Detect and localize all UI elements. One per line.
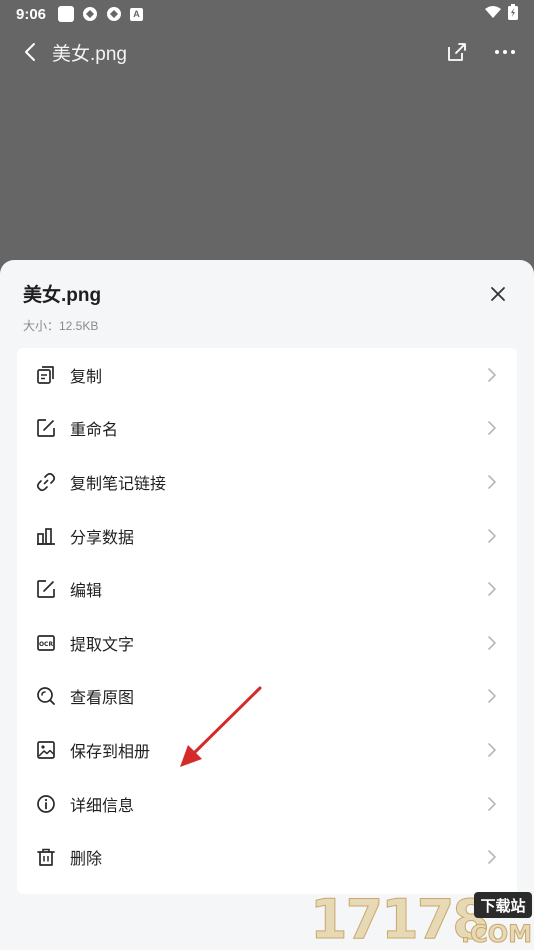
menu-item-share-data[interactable]: 分享数据 bbox=[17, 509, 517, 563]
status-time: 9:06 bbox=[16, 5, 47, 23]
image-icon bbox=[36, 740, 56, 760]
wifi-icon bbox=[484, 5, 502, 24]
app-bar: 美女.png bbox=[0, 28, 534, 76]
menu-item-rename[interactable]: 重命名 bbox=[17, 402, 517, 456]
menu-item-label: 编辑 bbox=[70, 583, 103, 601]
page-title: 美女.png bbox=[52, 43, 127, 65]
menu-item-view-original[interactable]: 查看原图 bbox=[17, 670, 517, 724]
chevron-right-icon bbox=[485, 796, 499, 811]
menu-item-label: 复制笔记链接 bbox=[70, 475, 167, 493]
app-bar-actions bbox=[444, 39, 518, 65]
menu-item-label: 保存到相册 bbox=[70, 743, 151, 761]
edit-icon bbox=[36, 579, 56, 599]
bottom-sheet: 美女.png 大小：12.5KB 复制 重命名 复制笔记链接 分享数据 编辑 O… bbox=[0, 260, 534, 950]
notification-square-icon bbox=[58, 6, 75, 22]
chevron-right-icon bbox=[485, 475, 499, 489]
ocr-icon: OCR bbox=[36, 633, 56, 653]
view-image-icon bbox=[36, 686, 56, 706]
menu-item-extract-text[interactable]: OCR 提取文字 bbox=[17, 616, 517, 670]
menu-item-label: 删除 bbox=[70, 851, 103, 869]
chevron-right-icon bbox=[485, 635, 499, 650]
a-badge-icon: A bbox=[130, 7, 144, 21]
watermark-domain: .COM bbox=[460, 920, 532, 949]
status-icons-right bbox=[484, 3, 518, 25]
status-bar: 9:06 A bbox=[0, 0, 534, 28]
battery-icon bbox=[508, 3, 518, 25]
menu-item-delete[interactable]: 删除 bbox=[17, 830, 517, 884]
menu-item-copy[interactable]: 复制 bbox=[17, 348, 517, 402]
svg-text:OCR: OCR bbox=[39, 641, 54, 648]
chevron-right-icon bbox=[485, 743, 499, 757]
chevron-right-icon bbox=[485, 528, 499, 543]
copy-icon bbox=[36, 365, 56, 385]
sheet-title: 美女.png bbox=[23, 285, 102, 306]
chevron-right-icon bbox=[485, 582, 499, 596]
menu-item-label: 详细信息 bbox=[70, 797, 135, 815]
status-icons-left: A bbox=[58, 6, 144, 22]
watermark-logo: 17178 下载站 .COM bbox=[310, 889, 534, 950]
file-size: 大小：12.5KB bbox=[23, 319, 99, 333]
menu-item-label: 分享数据 bbox=[70, 529, 135, 547]
menu-item-copy-note-link[interactable]: 复制笔记链接 bbox=[17, 455, 517, 509]
menu-item-label: 复制 bbox=[70, 368, 103, 386]
sheet-header: 美女.png 大小：12.5KB bbox=[0, 260, 534, 348]
watermark-badge: 下载站 bbox=[474, 892, 532, 918]
menu-item-label: 查看原图 bbox=[70, 690, 135, 708]
bar-chart-icon bbox=[36, 526, 56, 546]
share-icon[interactable] bbox=[444, 39, 470, 65]
action-menu: 复制 重命名 复制笔记链接 分享数据 编辑 OCR 提取文字 查看原图 保存到相… bbox=[17, 348, 517, 894]
info-icon bbox=[36, 794, 56, 814]
link-icon bbox=[36, 472, 56, 492]
sync-ring-icon bbox=[106, 6, 122, 22]
more-icon[interactable] bbox=[492, 39, 518, 65]
chevron-right-icon bbox=[485, 689, 499, 704]
menu-item-edit[interactable]: 编辑 bbox=[17, 562, 517, 616]
chevron-right-icon bbox=[485, 367, 499, 382]
menu-item-label: 提取文字 bbox=[70, 636, 135, 654]
close-icon[interactable] bbox=[486, 282, 510, 306]
sync-ring-icon bbox=[82, 6, 98, 22]
trash-icon bbox=[36, 847, 56, 867]
chevron-right-icon bbox=[485, 850, 499, 864]
chevron-right-icon bbox=[485, 421, 499, 436]
rename-icon bbox=[36, 418, 56, 438]
menu-item-label: 重命名 bbox=[70, 422, 119, 440]
menu-item-save-to-album[interactable]: 保存到相册 bbox=[17, 723, 517, 777]
back-icon[interactable] bbox=[16, 38, 44, 66]
menu-item-details[interactable]: 详细信息 bbox=[17, 777, 517, 831]
